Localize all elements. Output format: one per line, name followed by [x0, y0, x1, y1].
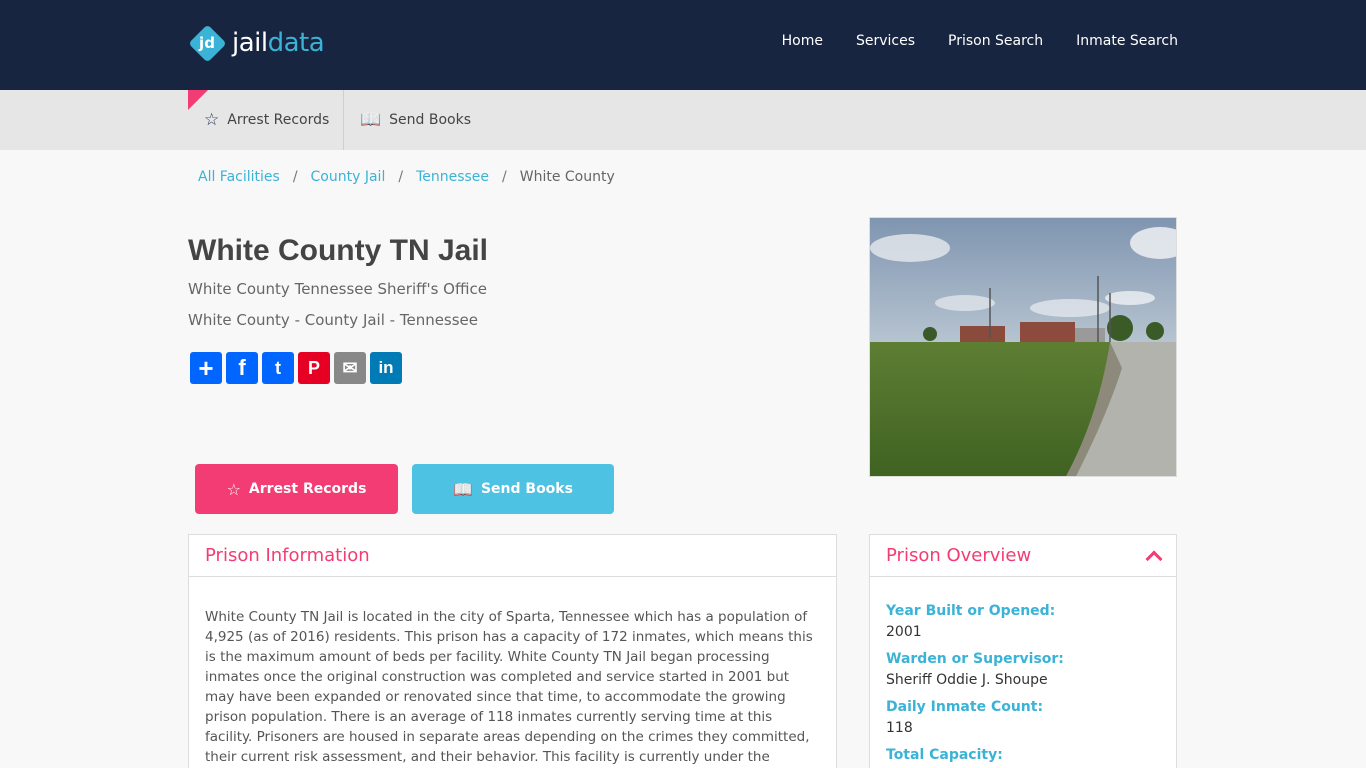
main-nav: Home Services Prison Search Inmate Searc… [782, 33, 1178, 49]
share-email-button[interactable]: ✉ [334, 352, 366, 384]
overview-label: Total Capacity: [886, 747, 1003, 763]
page-subtitle-office: White County Tennessee Sheriff's Office [188, 280, 487, 298]
prison-information-header: Prison Information [189, 535, 836, 577]
prison-information-text: White County TN Jail is located in the c… [205, 609, 813, 765]
star-icon: ☆ [226, 479, 241, 499]
book-icon: 📖 [453, 479, 473, 499]
page-title: White County TN Jail [188, 234, 488, 267]
breadcrumb-tennessee[interactable]: Tennessee [416, 169, 489, 185]
share-twitter-button[interactable]: t [262, 352, 294, 384]
chevron-up-icon[interactable] [1145, 550, 1163, 567]
share-pinterest-button[interactable]: P [298, 352, 330, 384]
nav-prison-search-link[interactable]: Prison Search [948, 33, 1043, 49]
facility-photo [869, 217, 1177, 477]
subnav-arrest-label: Arrest Records [227, 112, 330, 128]
logo-mark-icon: jd [188, 24, 227, 63]
prison-information-panel: Prison Information White County TN Jail … [188, 534, 837, 768]
subnav-arrest-records[interactable]: ☆ Arrest Records [204, 90, 329, 150]
overview-label: Year Built or Opened: [886, 603, 1056, 619]
top-navbar: jd jaildata Home Services Prison Search … [0, 0, 1366, 90]
breadcrumb-separator: / [398, 169, 404, 185]
prison-overview-heading: Prison Overview [886, 545, 1032, 566]
page-subtitle-category: White County - County Jail - Tennessee [188, 311, 479, 329]
breadcrumb-separator: / [292, 169, 298, 185]
overview-label: Daily Inmate Count: [886, 699, 1044, 715]
nav-home-link[interactable]: Home [782, 33, 823, 49]
breadcrumb-county-jail[interactable]: County Jail [311, 169, 386, 185]
book-icon: 📖 [360, 110, 382, 130]
send-books-button[interactable]: 📖 Send Books [412, 464, 614, 514]
sub-navbar: ☆ Arrest Records 📖 Send Books [0, 90, 1366, 150]
share-add-button[interactable]: + [190, 352, 222, 384]
share-bar: + f t P ✉ in [190, 352, 402, 384]
overview-value: Sheriff Oddie J. Shoupe [886, 672, 1048, 688]
breadcrumb-all-facilities[interactable]: All Facilities [198, 169, 280, 185]
arrest-records-button[interactable]: ☆ Arrest Records [195, 464, 398, 514]
prison-information-heading: Prison Information [205, 545, 370, 566]
prison-overview-panel: Prison Overview Year Built or Opened: 20… [869, 534, 1177, 768]
breadcrumb-current: White County [519, 169, 615, 185]
subnav-books-label: Send Books [389, 112, 472, 128]
star-icon: ☆ [204, 110, 220, 130]
nav-inmate-search-link[interactable]: Inmate Search [1076, 33, 1178, 49]
share-linkedin-button[interactable]: in [370, 352, 402, 384]
prison-overview-body: Year Built or Opened: 2001 Warden or Sup… [870, 577, 1176, 768]
subnav-send-books[interactable]: 📖 Send Books [360, 90, 471, 150]
overview-value: 118 [886, 720, 913, 736]
breadcrumb: All Facilities / County Jail / Tennessee… [198, 169, 615, 185]
overview-label: Warden or Supervisor: [886, 651, 1064, 667]
overview-value: 2001 [886, 624, 922, 640]
logo-text: jaildata [232, 28, 325, 58]
breadcrumb-separator: / [502, 169, 507, 185]
facility-photo-image [870, 218, 1176, 476]
jaildata-logo[interactable]: jd jaildata [188, 23, 325, 63]
share-facebook-button[interactable]: f [226, 352, 258, 384]
prison-overview-header[interactable]: Prison Overview [870, 535, 1176, 577]
nav-services-link[interactable]: Services [856, 33, 915, 49]
subnav-divider [343, 90, 344, 150]
